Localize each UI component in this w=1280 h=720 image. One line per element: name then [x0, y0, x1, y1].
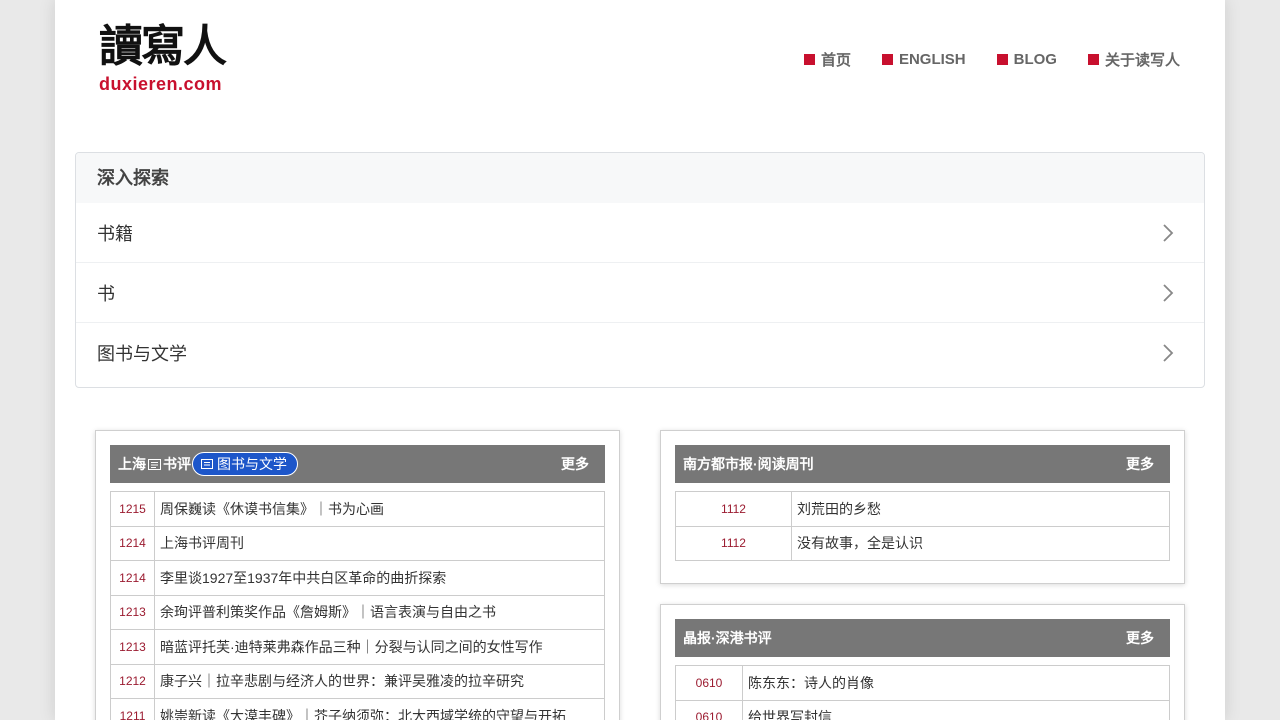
chevron-right-icon — [1148, 213, 1188, 253]
explore-panel: 深入探索 书籍 书 图书与文学 — [75, 152, 1205, 388]
logo-chinese: 讀寫人 — [99, 21, 227, 72]
nav-home-label: 首页 — [820, 52, 851, 69]
nav-about[interactable]: 关于读写人 — [1087, 49, 1180, 70]
article-date: 1212 — [110, 663, 155, 699]
nav-home[interactable]: 首页 — [803, 49, 851, 70]
square-bullet-icon — [1087, 54, 1099, 65]
article-date: 0610 — [675, 665, 743, 701]
article-title[interactable]: 姚崇新读《大漠丰碑》｜芥子纳须弥：北大西域学统的守望与开拓 — [154, 698, 605, 720]
site-logo[interactable]: 讀寫人 duxieren.com — [99, 20, 255, 98]
more-link[interactable]: 更多 — [561, 454, 589, 474]
article-date: 1214 — [110, 525, 155, 561]
article-table: 1112 刘荒田的乡愁 1112 没有故事，全是认识 — [675, 491, 1170, 561]
table-row[interactable]: 1211 姚崇新读《大漠丰碑》｜芥子纳须弥：北大西域学统的守望与开拓 — [110, 698, 605, 720]
table-row[interactable]: 1213 余珣评普利策奖作品《詹姆斯》｜语言表演与自由之书 — [110, 594, 605, 630]
chevron-right-icon — [1148, 333, 1188, 373]
article-title[interactable]: 康子兴｜拉辛悲剧与经济人的世界：兼评吴雅凌的拉辛研究 — [154, 663, 605, 699]
article-date: 0610 — [675, 699, 743, 720]
more-link[interactable]: 更多 — [1126, 454, 1154, 474]
article-table: 0610 陈东东：诗人的肖像 0610 给世界写封信 — [675, 665, 1170, 720]
table-row[interactable]: 1112 刘荒田的乡愁 — [675, 491, 1170, 527]
table-row[interactable]: 1112 没有故事，全是认识 — [675, 525, 1170, 561]
table-row[interactable]: 1212 康子兴｜拉辛悲剧与经济人的世界：兼评吴雅凌的拉辛研究 — [110, 663, 605, 699]
article-date: 1112 — [675, 491, 792, 527]
article-title[interactable]: 没有故事，全是认识 — [791, 525, 1170, 561]
page-container: 讀寫人 duxieren.com 首页 ENGLISH BLOG 关于读写人 深… — [55, 0, 1225, 720]
tag-pill[interactable]: 图书与文学 — [192, 452, 298, 476]
explore-item-books-literature[interactable]: 图书与文学 — [76, 323, 1204, 383]
explore-item-label: 图书与文学 — [97, 344, 187, 364]
box-title: 上海 书评 图书与文学 — [118, 452, 298, 476]
table-row[interactable]: 0610 陈东东：诗人的肖像 — [675, 665, 1170, 701]
article-title[interactable]: 上海书评周刊 — [154, 525, 605, 561]
box-title: 晶报·深港书评 — [683, 630, 772, 646]
nanfang-reading-box: 南方都市报·阅读周刊 更多 1112 刘荒田的乡愁 1112 没有故事，全是认识 — [660, 430, 1185, 584]
chevron-right-icon — [1148, 273, 1188, 313]
square-bullet-icon — [996, 54, 1008, 65]
explore-item-books[interactable]: 书籍 — [76, 203, 1204, 263]
article-date: 1211 — [110, 698, 155, 720]
newspaper-icon — [148, 458, 161, 470]
article-title[interactable]: 周保巍读《休谟书信集》｜书为心画 — [154, 491, 605, 527]
shanghai-review-box: 上海 书评 图书与文学 更多 1215 周保巍读《休谟书信集》｜书为心画 1214… — [95, 430, 620, 720]
table-row[interactable]: 1213 暗蓝评托芙·迪特莱弗森作品三种｜分裂与认同之间的女性写作 — [110, 629, 605, 665]
explore-item-label: 书籍 — [97, 223, 133, 244]
box-title-rest: 书评 — [163, 456, 191, 472]
more-link[interactable]: 更多 — [1126, 628, 1154, 648]
table-row[interactable]: 0610 给世界写封信 — [675, 699, 1170, 720]
logo-domain: duxieren.com — [99, 74, 223, 94]
nav-about-label: 关于读写人 — [1104, 52, 1180, 69]
nav-english[interactable]: ENGLISH — [881, 49, 966, 70]
box-title-text: 上海 — [118, 456, 146, 472]
table-row[interactable]: 1214 李里谈1927至1937年中共白区革命的曲折探索 — [110, 560, 605, 596]
explore-item-label: 书 — [97, 283, 115, 304]
table-row[interactable]: 1214 上海书评周刊 — [110, 525, 605, 561]
main-nav: 首页 ENGLISH BLOG 关于读写人 — [803, 49, 1180, 70]
article-title[interactable]: 刘荒田的乡愁 — [791, 491, 1170, 527]
article-title[interactable]: 李里谈1927至1937年中共白区革命的曲折探索 — [154, 560, 605, 596]
square-bullet-icon — [881, 54, 893, 65]
article-title[interactable]: 暗蓝评托芙·迪特莱弗森作品三种｜分裂与认同之间的女性写作 — [154, 629, 605, 665]
table-row[interactable]: 1215 周保巍读《休谟书信集》｜书为心画 — [110, 491, 605, 527]
box-title: 南方都市报·阅读周刊 — [683, 456, 814, 472]
article-title[interactable]: 陈东东：诗人的肖像 — [742, 665, 1170, 701]
square-bullet-icon — [803, 54, 815, 65]
box-header: 南方都市报·阅读周刊 更多 — [675, 445, 1170, 483]
nav-blog-label: BLOG — [1013, 51, 1057, 68]
tag-pill-label: 图书与文学 — [217, 456, 287, 472]
box-header: 上海 书评 图书与文学 更多 — [110, 445, 605, 483]
article-date: 1112 — [675, 525, 792, 561]
nav-blog[interactable]: BLOG — [996, 49, 1057, 70]
nav-english-label: ENGLISH — [898, 51, 966, 68]
explore-item-book[interactable]: 书 — [76, 263, 1204, 323]
article-title[interactable]: 给世界写封信 — [742, 699, 1170, 720]
article-title[interactable]: 余珣评普利策奖作品《詹姆斯》｜语言表演与自由之书 — [154, 594, 605, 630]
article-table: 1215 周保巍读《休谟书信集》｜书为心画 1214 上海书评周刊 1214 李里谈1… — [110, 491, 605, 720]
box-header: 晶报·深港书评 更多 — [675, 619, 1170, 657]
article-date: 1213 — [110, 594, 155, 630]
newspaper-icon — [201, 459, 213, 469]
explore-title: 深入探索 — [76, 153, 1204, 203]
article-date: 1215 — [110, 491, 155, 527]
jingbao-review-box: 晶报·深港书评 更多 0610 陈东东：诗人的肖像 0610 给世界写封信 — [660, 604, 1185, 720]
article-date: 1213 — [110, 629, 155, 665]
article-date: 1214 — [110, 560, 155, 596]
